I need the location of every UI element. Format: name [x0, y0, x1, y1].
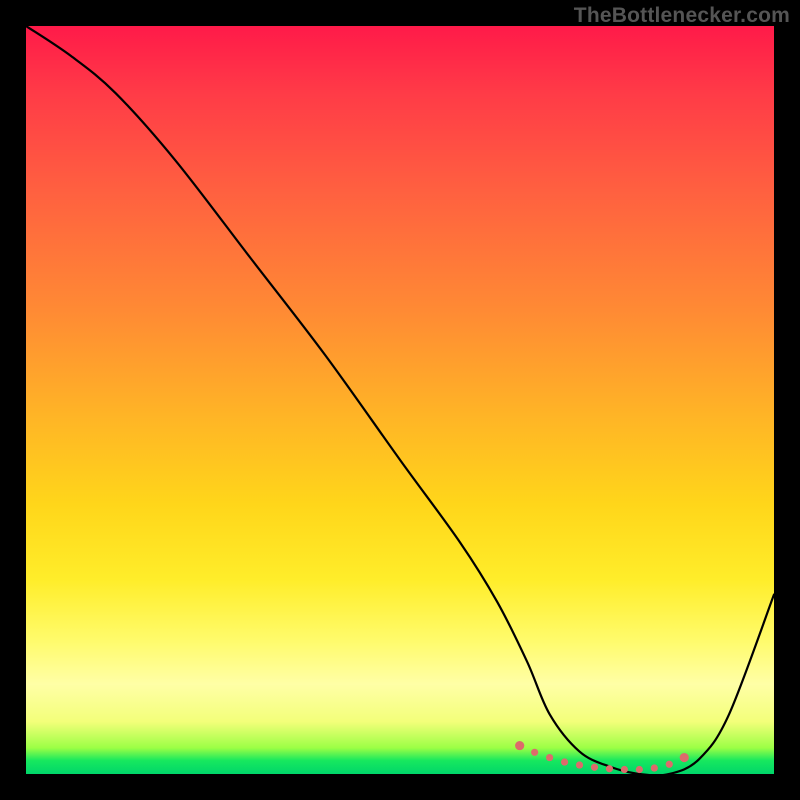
optimal-marker-dot — [636, 766, 643, 773]
attribution-text: TheBottlenecker.com — [574, 4, 790, 28]
plot-outer — [26, 26, 774, 774]
optimal-marker-dot — [531, 749, 538, 756]
optimal-range-markers — [515, 741, 689, 773]
optimal-marker-dot — [515, 741, 524, 750]
optimal-marker-dot — [591, 764, 598, 771]
optimal-marker-dot — [606, 765, 613, 772]
optimal-marker-dot — [621, 766, 628, 773]
optimal-marker-dot — [680, 753, 689, 762]
chart-frame: TheBottlenecker.com — [0, 0, 800, 800]
optimal-marker-dot — [651, 764, 658, 771]
optimal-marker-dot — [576, 761, 583, 768]
optimal-marker-dot — [546, 754, 553, 761]
bottleneck-curve — [26, 26, 774, 774]
optimal-marker-dot — [666, 761, 673, 768]
bottleneck-curve-svg — [26, 26, 774, 774]
optimal-marker-dot — [561, 758, 568, 765]
